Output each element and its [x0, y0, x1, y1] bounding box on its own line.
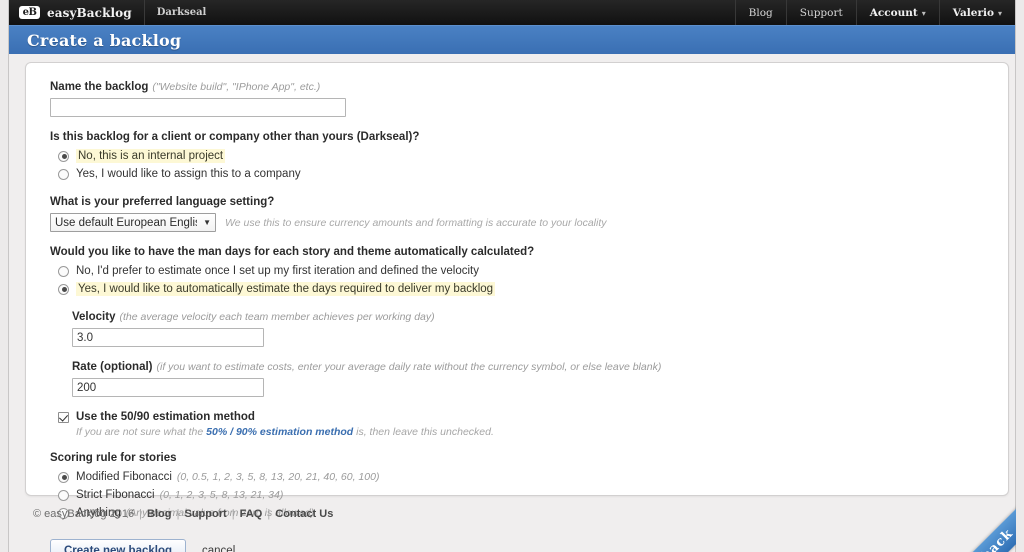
feedback-ribbon[interactable]: feedback [930, 495, 1016, 552]
client-option-company-label: Yes, I would like to assign this to a co… [76, 168, 301, 180]
field-group-auto-calc: Would you like to have the man days for … [50, 246, 984, 297]
footer-link-blog[interactable]: Blog [147, 508, 171, 520]
field-group-velocity: Velocity (the average velocity each team … [72, 311, 984, 347]
footer-link-faq[interactable]: FAQ [240, 508, 263, 520]
auto-calc-option-manual[interactable]: No, I'd prefer to estimate once I set up… [58, 263, 984, 279]
backlog-name-input[interactable] [50, 98, 346, 117]
estimation-method-link[interactable]: 50% / 90% estimation method [206, 426, 353, 438]
nav-item-support-label: Support [799, 6, 843, 19]
scoring-option-modified-fibonacci-note: (0, 0.5, 1, 2, 3, 5, 8, 13, 20, 21, 40, … [176, 471, 380, 483]
estimation-method-note: If you are not sure what the 50% / 90% e… [76, 426, 984, 438]
nav-item-blog[interactable]: Blog [734, 0, 786, 25]
scoring-option-strict-fibonacci-note: (0, 1, 2, 3, 5, 8, 13, 21, 34) [159, 489, 284, 501]
nav-item-blog-label: Blog [748, 6, 773, 19]
client-option-internal-label: No, this is an internal project [76, 149, 226, 163]
name-label: Name the backlog [50, 81, 149, 93]
easybacklog-logo-icon: eB [19, 6, 40, 19]
page-root: eB easyBacklog Darkseal Blog Support Acc… [0, 0, 1024, 552]
velocity-hint: (the average velocity each team member a… [119, 311, 435, 323]
chevron-down-icon: ▾ [997, 7, 1002, 18]
nav-item-support[interactable]: Support [785, 0, 856, 25]
estimation-method-label: Use the 50/90 estimation method [76, 411, 255, 423]
create-backlog-card: Name the backlog ("Website build", "IPhon… [25, 62, 1009, 552]
nav-item-account[interactable]: Account ▾ [855, 0, 939, 25]
footer-separator: | [139, 508, 142, 520]
rate-label-row: Rate (optional) (if you want to estimate … [72, 361, 984, 373]
estimation-method-checkbox-row[interactable]: Use the 50/90 estimation method [58, 411, 984, 423]
estimation-note-after: is, then leave this unchecked. [353, 426, 494, 438]
radio-modified-fibonacci-icon [58, 471, 69, 483]
feedback-ribbon-area: feedback [930, 466, 1016, 552]
nav-item-user[interactable]: Valerio ▾ [938, 0, 1015, 25]
footer-link-support[interactable]: Support [184, 508, 226, 520]
auto-calc-option-auto-label: Yes, I would like to automatically estim… [76, 282, 496, 296]
footer-separator: | [176, 508, 180, 520]
scoring-option-modified-fibonacci[interactable]: Modified Fibonacci (0, 0.5, 1, 2, 3, 5, … [58, 469, 984, 485]
footer-link-contact-us[interactable]: Contact Us [275, 508, 333, 520]
footer-copyright: © easyBacklog 2016 [33, 508, 135, 520]
scoring-option-strict-fibonacci[interactable]: Strict Fibonacci (0, 1, 2, 3, 5, 8, 13, … [58, 487, 984, 503]
rate-hint: (if you want to estimate costs, enter yo… [156, 361, 662, 373]
page-title-bar: Create a backlog [9, 25, 1015, 54]
page-footer: © easyBacklog 2016 | Blog | Support | FA… [33, 508, 333, 520]
page-title: Create a backlog [27, 30, 182, 50]
language-label: What is your preferred language setting? [50, 196, 275, 208]
scoring-option-strict-fibonacci-label: Strict Fibonacci [76, 489, 155, 501]
page-canvas: eB easyBacklog Darkseal Blog Support Acc… [8, 0, 1016, 552]
rate-label: Rate (optional) [72, 361, 153, 373]
field-group-estimation-method: Use the 50/90 estimation method If you a… [50, 411, 984, 438]
top-nav-links: Blog Support Account ▾ Valerio ▾ [734, 0, 1015, 25]
auto-calc-label: Would you like to have the man days for … [50, 246, 535, 258]
nav-item-account-label: Account [869, 6, 918, 19]
cancel-link[interactable]: cancel [202, 545, 235, 552]
form-actions: Create new backlog cancel [50, 539, 984, 552]
radio-strict-fibonacci-icon [58, 489, 69, 501]
velocity-label-row: Velocity (the average velocity each team … [72, 311, 984, 323]
radio-company-icon [58, 168, 69, 180]
radio-auto-icon [58, 283, 69, 295]
field-group-name: Name the backlog ("Website build", "IPhon… [50, 81, 984, 117]
name-label-row: Name the backlog ("Website build", "IPhon… [50, 81, 984, 93]
nav-item-user-label: Valerio [952, 6, 994, 19]
create-new-backlog-button[interactable]: Create new backlog [50, 539, 187, 552]
estimation-note-before: If you are not sure what the [76, 426, 207, 438]
auto-calc-option-manual-label: No, I'd prefer to estimate once I set up… [76, 265, 479, 277]
client-question-label: Is this backlog for a client or company … [50, 131, 420, 143]
radio-manual-icon [58, 265, 69, 277]
checkbox-5090-icon [58, 411, 69, 423]
brand-name: easyBacklog [47, 5, 132, 20]
scoring-option-modified-fibonacci-label: Modified Fibonacci [76, 471, 172, 483]
chevron-down-icon: ▼ [203, 218, 211, 227]
language-select-value: Use default European English (€)... [55, 216, 197, 229]
chevron-down-icon: ▾ [921, 7, 926, 18]
client-option-internal[interactable]: No, this is an internal project [58, 148, 984, 164]
footer-separator: | [267, 508, 271, 520]
brand-area[interactable]: eB easyBacklog [9, 0, 132, 25]
current-account-name: Darkseal [156, 7, 207, 18]
create-backlog-form: Name the backlog ("Website build", "IPhon… [26, 63, 1008, 552]
field-group-client: Is this backlog for a client or company … [50, 131, 984, 182]
name-hint: ("Website build", "IPhone App", etc.) [152, 81, 321, 93]
language-note: We use this to ensure currency amounts a… [225, 216, 607, 229]
top-navigation-bar: eB easyBacklog Darkseal Blog Support Acc… [9, 0, 1015, 25]
velocity-label: Velocity [72, 311, 116, 323]
field-group-rate: Rate (optional) (if you want to estimate … [72, 361, 984, 397]
velocity-input[interactable] [72, 328, 264, 347]
client-option-company[interactable]: Yes, I would like to assign this to a co… [58, 166, 984, 182]
field-group-language: What is your preferred language setting?… [50, 196, 984, 232]
auto-calc-option-auto[interactable]: Yes, I would like to automatically estim… [58, 281, 984, 297]
footer-separator: | [231, 508, 235, 520]
brand-divider [143, 0, 145, 25]
rate-input[interactable] [72, 378, 264, 397]
language-select-row: Use default European English (€)... ▼ We… [50, 213, 984, 232]
language-select[interactable]: Use default European English (€)... ▼ [50, 213, 216, 232]
scoring-label: Scoring rule for stories [50, 452, 177, 464]
radio-internal-icon [58, 150, 69, 162]
